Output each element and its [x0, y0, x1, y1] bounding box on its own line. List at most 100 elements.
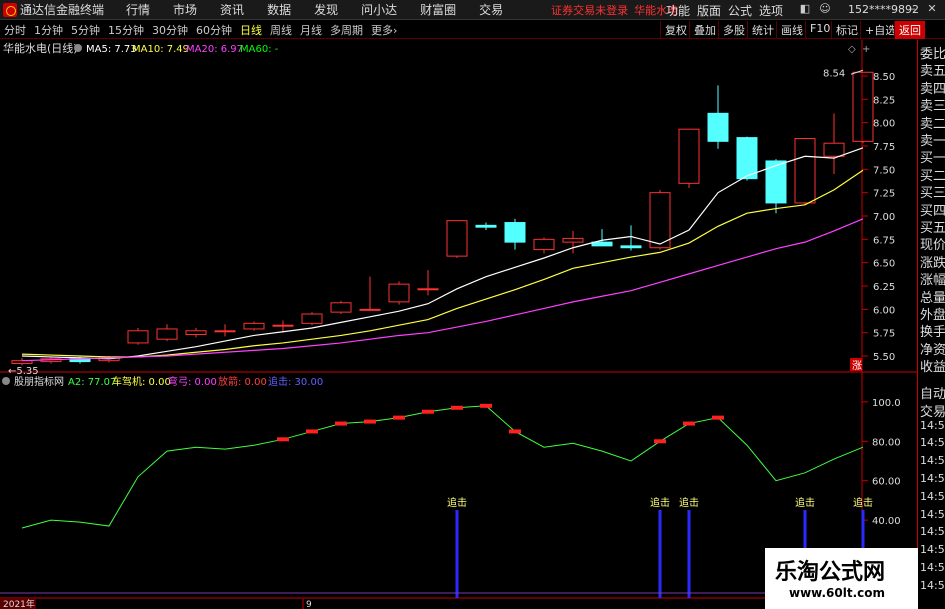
- candle-body: [620, 245, 642, 249]
- menu-data[interactable]: 数据: [267, 1, 291, 18]
- period-tab-intraday[interactable]: 分时: [0, 22, 30, 38]
- red-mark: [712, 415, 724, 420]
- date-month: 9: [306, 600, 312, 609]
- trade-time-label: 14:56: [920, 507, 945, 521]
- back-button[interactable]: 返回: [894, 21, 925, 39]
- title-bar: 通达信金融终端 行情 市场 资讯 数据 发现 问小达 财富圈 交易 证券交易未登…: [0, 0, 945, 20]
- menu-formula[interactable]: 公式: [728, 2, 752, 19]
- candle-group: [11, 71, 874, 366]
- price-tick-label: 6.50: [873, 259, 895, 270]
- candle-body: [214, 330, 236, 333]
- period-tab-60min[interactable]: 60分钟: [192, 22, 236, 38]
- close-icon[interactable]: ✕: [925, 2, 939, 16]
- mark-button[interactable]: 标记: [831, 21, 862, 39]
- red-mark: [509, 429, 521, 434]
- watermark-text: 乐淘公式网: [775, 560, 886, 585]
- indicator-tick-label: 40.00: [872, 516, 901, 527]
- menu-ask-xiaoda[interactable]: 问小达: [361, 1, 397, 18]
- user-avatar-icon[interactable]: ☺: [818, 2, 832, 16]
- quote-label: 卖二: [920, 116, 945, 132]
- account-status[interactable]: 证券交易未登录: [551, 2, 628, 18]
- period-tab-1min[interactable]: 1分钟: [30, 22, 67, 38]
- price-tick-label: 7.00: [873, 212, 895, 223]
- candle-body: [707, 112, 729, 142]
- period-tab-5min[interactable]: 5分钟: [67, 22, 104, 38]
- quote-label: 买一: [920, 151, 945, 167]
- trade-time-label: 14:56: [920, 543, 945, 557]
- ma5-line: [21, 147, 864, 360]
- chase-bar-group: 追击 追击 追击 追击 追击: [0, 496, 873, 598]
- candle-body: [330, 302, 352, 313]
- quote-label: 买四: [920, 203, 945, 219]
- trade-time-label: 14:56: [920, 525, 945, 539]
- quote-label: 总量: [920, 290, 945, 306]
- indicator-tick-label: 60.00: [872, 477, 901, 488]
- multi-stock-button[interactable]: 多股: [718, 21, 749, 39]
- chart-area[interactable]: 华能水电(日线) MA5: 7.73 MA10: 7.49 MA20: 6.97…: [0, 40, 917, 609]
- trade-time-label: 自动: [920, 387, 945, 402]
- overlay-button[interactable]: 叠加: [689, 21, 720, 39]
- legend-ma60: MA60: -: [240, 44, 279, 55]
- price-tick-label: 8.00: [873, 119, 895, 130]
- statistics-button[interactable]: 统计: [747, 21, 778, 39]
- trade-time-label: 14:56: [920, 436, 945, 450]
- price-tick-group: 8.50 8.25 8.00 7.75 7.50 7.25 7.00 6.75 6.50 6.25…: [862, 72, 895, 363]
- quote-label: 买五: [920, 221, 945, 236]
- candle-body: [852, 71, 874, 142]
- settings-dot-icon: [74, 44, 82, 52]
- price-tick-label: 8.25: [873, 95, 895, 106]
- candle-body: [649, 192, 671, 249]
- trade-time-label: 14:56: [920, 489, 945, 503]
- menu-functions[interactable]: 功能: [666, 2, 690, 19]
- period-tab-15min[interactable]: 15分钟: [104, 22, 148, 38]
- menu-options[interactable]: 选项: [759, 2, 783, 19]
- menu-discover[interactable]: 发现: [314, 1, 338, 18]
- draw-line-button[interactable]: 画线: [776, 21, 807, 39]
- menu-trade[interactable]: 交易: [479, 1, 503, 18]
- date-year: 2021年: [3, 598, 35, 609]
- quote-label: 卖五: [920, 64, 945, 80]
- quote-label: 换手: [920, 325, 945, 341]
- right-quote-panel: 委比 卖五 卖四 卖三 卖二 卖一 买一 买二 买三 买四 买五 现价 涨跌 涨幅 总量 外盘 换手 净资 收益 自动…: [917, 40, 945, 609]
- menu-wealth-circle[interactable]: 财富圈: [420, 1, 456, 18]
- menu-news[interactable]: 资讯: [220, 1, 244, 18]
- menu-market-quotes[interactable]: 行情: [126, 1, 150, 18]
- trade-time-label: 14:56: [920, 454, 945, 468]
- quote-label: 涨幅: [920, 273, 945, 289]
- price-tick-label: 6.75: [873, 235, 895, 246]
- quote-label: 卖四: [920, 81, 945, 97]
- candle-body: [765, 160, 787, 204]
- menu-layout[interactable]: 版面: [697, 2, 721, 19]
- quote-label: 涨跌: [920, 255, 945, 271]
- price-tick-label: 7.25: [873, 189, 895, 200]
- chase-label: 追击: [795, 496, 815, 509]
- indicator-legend-a2: A2: 77.07: [68, 377, 116, 388]
- watermark: 乐淘公式网 www.60lt.com: [765, 548, 918, 609]
- quote-label: 外盘: [920, 308, 945, 323]
- menu-market[interactable]: 市场: [173, 1, 197, 18]
- top-price-label: 8.54: [823, 68, 845, 79]
- window-pin-icon[interactable]: ◧: [798, 2, 812, 16]
- candle-body: [11, 360, 33, 364]
- chart-svg[interactable]: 华能水电(日线) MA5: 7.73 MA10: 7.49 MA20: 6.97…: [0, 40, 917, 609]
- period-tab-daily[interactable]: 日线: [236, 22, 266, 38]
- candle-body: [533, 238, 555, 251]
- price-tick-label: 7.75: [873, 142, 895, 153]
- candle-body: [475, 224, 497, 228]
- period-tab-more[interactable]: 更多›: [367, 22, 401, 38]
- period-tab-monthly[interactable]: 月线: [296, 22, 326, 38]
- ma-line-group: [21, 69, 864, 362]
- trade-time-label: 交易: [920, 404, 945, 420]
- candle-body: [359, 308, 381, 311]
- period-tab-30min[interactable]: 30分钟: [148, 22, 192, 38]
- f10-button[interactable]: F10: [805, 21, 834, 39]
- adjust-price-button[interactable]: 复权: [660, 21, 691, 39]
- red-mark-group: [277, 403, 724, 444]
- period-tab-multi[interactable]: 多周期: [326, 22, 367, 38]
- chase-label: 追击: [447, 496, 467, 509]
- quote-label: 买三: [920, 186, 945, 202]
- indicator-tick-label: 80.00: [872, 437, 901, 448]
- minimize-icon[interactable]: –: [906, 2, 920, 16]
- candle-body: [388, 283, 410, 303]
- period-tab-weekly[interactable]: 周线: [266, 22, 296, 38]
